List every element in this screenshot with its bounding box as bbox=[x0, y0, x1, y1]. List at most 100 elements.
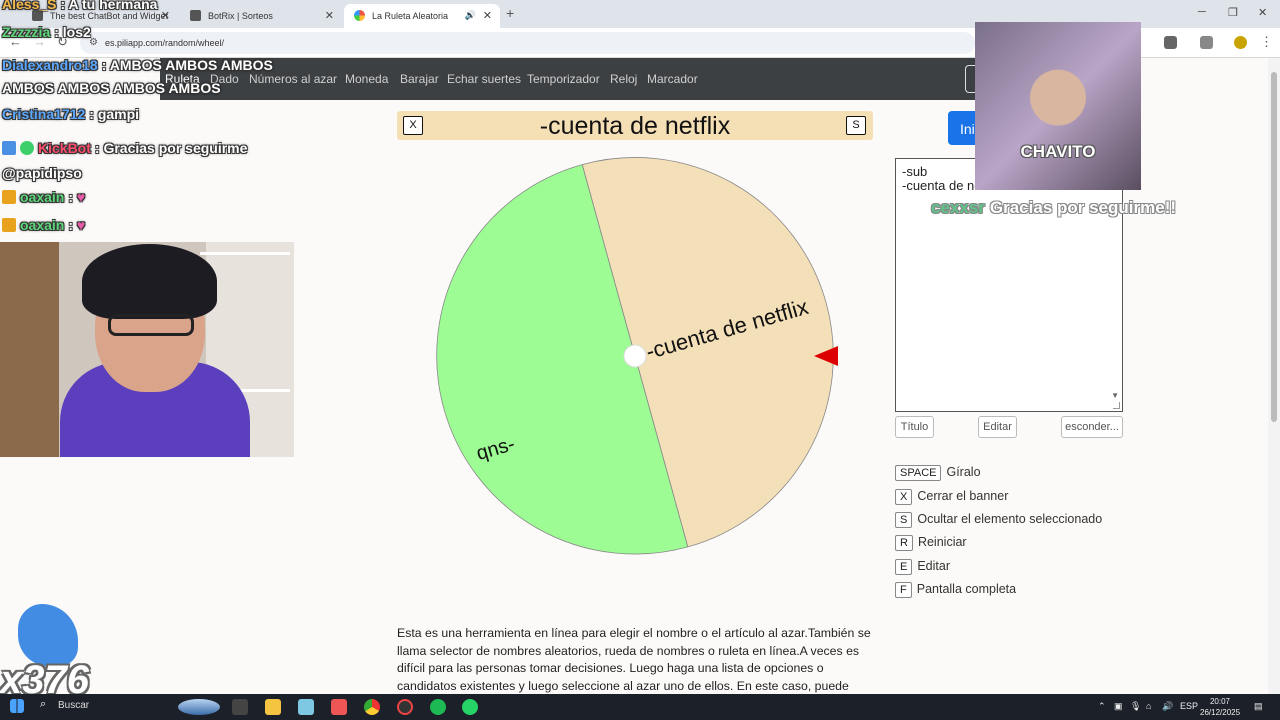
taskbar-clock[interactable]: 20:07 26/12/2025 bbox=[1200, 696, 1240, 718]
chat-username: KickBot bbox=[38, 140, 91, 156]
shortcut-label: Editar bbox=[917, 559, 950, 573]
edit-button[interactable]: Editar bbox=[978, 416, 1017, 438]
streamer-hair bbox=[82, 244, 217, 319]
wheel-center-hub bbox=[623, 344, 647, 368]
close-tab-icon[interactable]: ✕ bbox=[161, 9, 170, 22]
shortcut-key[interactable]: X bbox=[895, 489, 913, 505]
entries-textarea[interactable]: -sub -cuenta de netflix ▼ bbox=[895, 158, 1123, 412]
title-button[interactable]: Título bbox=[895, 416, 934, 438]
gift-alert-name: CHAVITO bbox=[1020, 142, 1096, 161]
notification-icon[interactable]: ▤ bbox=[1254, 701, 1263, 712]
network-icon[interactable]: ⌂ bbox=[1146, 701, 1151, 711]
chat-message: Dialexandro18: AMBOS AMBOS AMBOS AMBOS A… bbox=[2, 54, 302, 100]
close-tab-icon[interactable]: ✕ bbox=[325, 9, 334, 22]
shortcut-label: Cerrar el banner bbox=[917, 489, 1009, 503]
shortcut-key[interactable]: F bbox=[895, 582, 912, 598]
tab-favicon-icon bbox=[354, 10, 365, 21]
app-icon[interactable] bbox=[298, 699, 314, 715]
chat-text: : bbox=[68, 189, 74, 205]
language-indicator[interactable]: ESP bbox=[1180, 701, 1198, 711]
shortcut-label: Gíralo bbox=[946, 465, 981, 479]
result-title: -cuenta de netflix bbox=[539, 112, 731, 140]
tab-label: La Ruleta Aleatoria bbox=[372, 11, 449, 21]
shortcut-hide-selected: S Ocultar el elemento seleccionado bbox=[895, 512, 1102, 530]
extension-icon[interactable] bbox=[1164, 36, 1177, 49]
nav-item-marcador[interactable]: Marcador bbox=[647, 72, 698, 86]
verified-badge-icon bbox=[20, 141, 34, 155]
chat-username: oaxain bbox=[20, 217, 65, 233]
tab-ruleta[interactable]: La Ruleta Aleatoria 🔊 ✕ bbox=[344, 4, 500, 28]
start-button-icon[interactable] bbox=[10, 699, 24, 713]
tab-favicon-icon bbox=[190, 10, 201, 21]
profile-avatar[interactable] bbox=[1234, 36, 1247, 49]
tab-label: The best ChatBot and Widget bbox=[50, 11, 169, 21]
tab-botrix[interactable]: BotRix | Sorteos ✕ bbox=[180, 4, 342, 28]
chat-text: : gampi bbox=[89, 106, 140, 122]
follow-alert: cexxsr Gracias por seguirme!! bbox=[931, 198, 1176, 218]
shortcut-key[interactable]: SPACE bbox=[895, 465, 942, 481]
chat-username: oaxain bbox=[20, 189, 65, 205]
search-icon[interactable]: ⌕ bbox=[40, 698, 46, 711]
clock-date: 26/12/2025 bbox=[1200, 708, 1241, 717]
streamer-glasses bbox=[108, 314, 194, 336]
chat-message: KickBot: Gracias por seguirme @papidipso bbox=[2, 136, 302, 186]
close-window-icon[interactable]: ✕ bbox=[1258, 6, 1267, 19]
shortcut-reset: R Reiniciar bbox=[895, 535, 967, 553]
nav-item-echar-suertes[interactable]: Echar suertes bbox=[447, 72, 521, 86]
crown-badge-icon bbox=[2, 190, 16, 204]
chat-username: Aless_S bbox=[2, 0, 57, 12]
follow-alert-text: Gracias por seguirme!! bbox=[989, 198, 1177, 217]
combo-counter: x376 bbox=[0, 600, 100, 702]
clock-time: 20:07 bbox=[1209, 697, 1231, 706]
url-field[interactable]: ⚙ es.piliapp.com/random/wheel/ bbox=[80, 32, 975, 54]
nav-item-temporizador[interactable]: Temporizador bbox=[527, 72, 600, 86]
close-banner-button[interactable]: X bbox=[403, 116, 423, 135]
extensions-puzzle-icon[interactable] bbox=[1200, 36, 1213, 49]
nav-item-moneda[interactable]: Moneda bbox=[345, 72, 388, 86]
hand-emote-icon bbox=[18, 604, 78, 666]
menu-dots-icon[interactable]: ⋮ bbox=[1260, 34, 1273, 50]
shortcut-key[interactable]: E bbox=[895, 559, 913, 575]
result-banner: -cuenta de netflix X S bbox=[397, 111, 873, 140]
hide-selected-button[interactable]: S bbox=[846, 116, 866, 135]
chat-message: oaxain: ♥ bbox=[2, 217, 85, 233]
restore-icon[interactable]: ❐ bbox=[1228, 6, 1238, 19]
chrome-icon[interactable] bbox=[364, 699, 380, 715]
new-tab-icon[interactable]: + bbox=[506, 5, 514, 21]
file-explorer-icon[interactable] bbox=[265, 699, 281, 715]
hide-button[interactable]: esconder... bbox=[1061, 416, 1123, 438]
chat-text: : bbox=[68, 217, 74, 233]
whatsapp-icon[interactable] bbox=[462, 699, 478, 715]
audio-icon[interactable]: 🔊 bbox=[465, 10, 476, 21]
scroll-down-icon[interactable]: ▼ bbox=[1111, 389, 1119, 403]
page-scrollbar[interactable] bbox=[1268, 58, 1280, 694]
obs-icon[interactable] bbox=[397, 699, 413, 715]
moderator-badge-icon bbox=[2, 141, 16, 155]
task-view-icon[interactable] bbox=[232, 699, 248, 715]
widgets-icon[interactable] bbox=[178, 699, 220, 715]
emote-icon: ♥ bbox=[76, 189, 86, 205]
shortcut-fullscreen: F Pantalla completa bbox=[895, 582, 1016, 600]
spotify-icon[interactable] bbox=[430, 699, 446, 715]
resize-handle-icon[interactable] bbox=[1113, 402, 1120, 409]
spin-wheel[interactable]: -cuenta de netflix qns- bbox=[432, 153, 838, 559]
tray-app-icon[interactable]: ▣ bbox=[1114, 701, 1123, 712]
close-tab-icon[interactable]: ✕ bbox=[483, 9, 492, 22]
nav-item-reloj[interactable]: Reloj bbox=[610, 72, 637, 86]
microphone-icon[interactable]: 🎙 bbox=[1130, 701, 1141, 712]
shortcut-close-banner: X Cerrar el banner bbox=[895, 489, 1008, 507]
scrollbar-thumb[interactable] bbox=[1271, 72, 1277, 422]
volume-icon[interactable]: 🔊 bbox=[1162, 701, 1173, 712]
app-icon[interactable] bbox=[331, 699, 347, 715]
tray-expand-icon[interactable]: ⌃ bbox=[1098, 701, 1106, 712]
chat-message: Cristina1712: gampi bbox=[2, 106, 139, 122]
minimize-icon[interactable]: ─ bbox=[1198, 6, 1206, 18]
emote-icon: ♥ bbox=[76, 217, 86, 233]
shortcut-label: Ocultar el elemento seleccionado bbox=[917, 512, 1103, 526]
shortcut-label: Pantalla completa bbox=[916, 582, 1017, 596]
shortcut-key[interactable]: S bbox=[895, 512, 913, 528]
chat-username: Cristina1712 bbox=[2, 106, 86, 122]
shortcut-key[interactable]: R bbox=[895, 535, 913, 551]
nav-item-barajar[interactable]: Barajar bbox=[400, 72, 439, 86]
taskbar-search[interactable]: Buscar bbox=[58, 700, 89, 711]
